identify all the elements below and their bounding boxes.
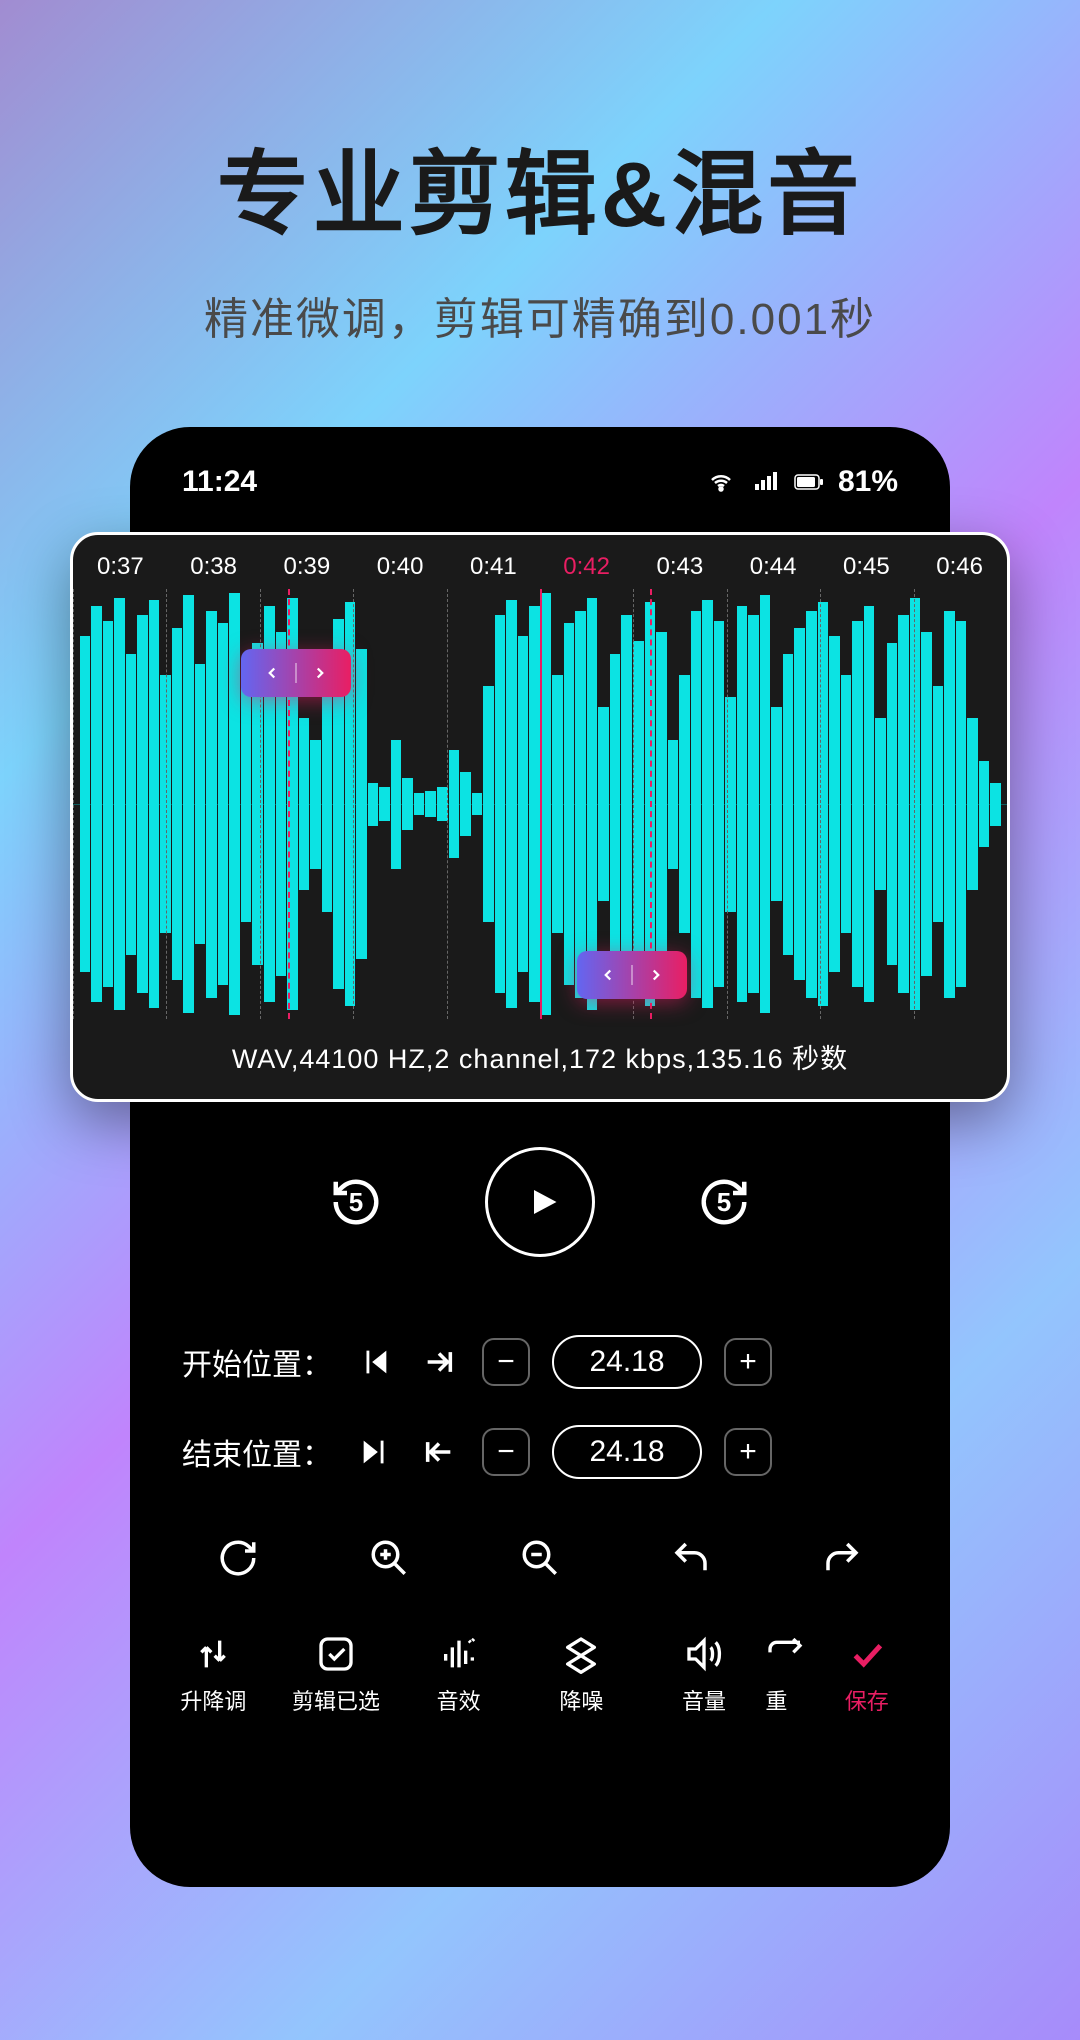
nav-volume[interactable]: 音量 xyxy=(643,1634,766,1716)
minus-icon: − xyxy=(497,1345,515,1379)
repeat-icon xyxy=(765,1634,805,1674)
controls-panel: 5 5 开始位置： − 24.18 + 结束位置： − 24.18 + xyxy=(152,1147,928,1716)
nav-label: 重 xyxy=(765,1684,787,1716)
ruler-tick: 0:38 xyxy=(190,553,237,581)
refresh-button[interactable] xyxy=(217,1537,259,1584)
wifi-icon xyxy=(706,470,736,494)
chevron-right-icon xyxy=(647,966,665,984)
nav-label: 剪辑已选 xyxy=(292,1684,380,1716)
signal-icon xyxy=(750,470,780,494)
play-icon xyxy=(525,1182,561,1222)
volume-icon xyxy=(684,1634,724,1674)
nav-label: 升降调 xyxy=(180,1684,246,1716)
nav-label: 降噪 xyxy=(559,1684,603,1716)
plus-icon: + xyxy=(739,1435,757,1469)
end-decrement-button[interactable]: − xyxy=(482,1428,530,1476)
playhead[interactable] xyxy=(540,589,542,1019)
ruler-tick: 0:40 xyxy=(377,553,424,581)
time-ruler: 0:37 0:38 0:39 0:40 0:41 0:42 0:43 0:44 … xyxy=(73,535,1007,589)
status-time: 11:24 xyxy=(182,465,257,499)
playback-row: 5 5 xyxy=(152,1147,928,1257)
undo-button[interactable] xyxy=(670,1537,712,1584)
arrow-to-left-icon xyxy=(422,1435,456,1469)
start-increment-button[interactable]: + xyxy=(724,1338,772,1386)
plus-icon: + xyxy=(739,1345,757,1379)
ruler-tick: 0:43 xyxy=(657,553,704,581)
ruler-tick: 0:42 xyxy=(563,553,610,581)
ruler-tick: 0:39 xyxy=(284,553,331,581)
waveform-card: 0:37 0:38 0:39 0:40 0:41 0:42 0:43 0:44 … xyxy=(70,532,1010,1102)
redo-button[interactable] xyxy=(821,1537,863,1584)
nav-save[interactable]: 保存 xyxy=(805,1634,928,1716)
selection-start-handle[interactable] xyxy=(241,649,351,697)
bottom-nav: 升降调 剪辑已选 音效 降噪 音量 重 xyxy=(152,1614,928,1716)
hero-title: 专业剪辑&混音 xyxy=(0,120,1080,253)
start-decrement-button[interactable]: − xyxy=(482,1338,530,1386)
skip-back-button[interactable]: 5 xyxy=(317,1163,395,1241)
nav-effects[interactable]: 音效 xyxy=(397,1634,520,1716)
check-icon xyxy=(847,1634,887,1674)
skip-next-icon xyxy=(358,1435,392,1469)
start-label: 开始位置： xyxy=(172,1340,332,1384)
end-label: 结束位置： xyxy=(172,1430,332,1474)
chevron-left-icon xyxy=(599,966,617,984)
chevron-right-icon xyxy=(311,664,329,682)
minus-icon: − xyxy=(497,1435,515,1469)
jump-to-end-button[interactable] xyxy=(354,1431,396,1473)
zoom-out-icon xyxy=(519,1537,561,1579)
nav-pitch[interactable]: 升降调 xyxy=(152,1634,275,1716)
zoom-in-button[interactable] xyxy=(368,1537,410,1584)
zoom-out-button[interactable] xyxy=(519,1537,561,1584)
end-position-row: 结束位置： − 24.18 + xyxy=(152,1407,928,1497)
nav-label: 音效 xyxy=(437,1684,481,1716)
battery-icon xyxy=(794,470,824,494)
end-increment-button[interactable]: + xyxy=(724,1428,772,1476)
redo-icon xyxy=(821,1537,863,1579)
phone-frame: 11:24 81% 0:37 0:38 0:39 0:40 0:41 0:42 … xyxy=(130,427,950,1887)
nav-repeat[interactable]: 重 xyxy=(765,1634,805,1716)
ruler-tick: 0:46 xyxy=(936,553,983,581)
ruler-tick: 0:41 xyxy=(470,553,517,581)
selection-end-handle[interactable] xyxy=(577,951,687,999)
set-end-button[interactable] xyxy=(418,1431,460,1473)
arrow-to-right-icon xyxy=(422,1345,456,1379)
waveform-area[interactable] xyxy=(73,589,1007,1019)
file-info: WAV,44100 HZ,2 channel,172 kbps,135.16 秒… xyxy=(73,1019,1007,1094)
equalizer-icon xyxy=(439,1634,479,1674)
denoise-icon xyxy=(561,1634,601,1674)
skip-previous-icon xyxy=(358,1345,392,1379)
undo-icon xyxy=(670,1537,712,1579)
start-value[interactable]: 24.18 xyxy=(552,1335,702,1389)
chevron-left-icon xyxy=(263,664,281,682)
start-position-row: 开始位置： − 24.18 + xyxy=(152,1317,928,1407)
nav-label: 音量 xyxy=(682,1684,726,1716)
checkbox-icon xyxy=(316,1634,356,1674)
ruler-tick: 0:37 xyxy=(97,553,144,581)
ruler-tick: 0:45 xyxy=(843,553,890,581)
play-button[interactable] xyxy=(485,1147,595,1257)
nav-label: 保存 xyxy=(845,1684,889,1716)
set-start-button[interactable] xyxy=(418,1341,460,1383)
refresh-icon xyxy=(217,1537,259,1579)
hero-subtitle: 精准微调，剪辑可精确到0.001秒 xyxy=(0,283,1080,347)
jump-to-start-button[interactable] xyxy=(354,1341,396,1383)
ruler-tick: 0:44 xyxy=(750,553,797,581)
skip-forward-value: 5 xyxy=(717,1187,731,1218)
end-value[interactable]: 24.18 xyxy=(552,1425,702,1479)
zoom-in-icon xyxy=(368,1537,410,1579)
battery-percent: 81% xyxy=(838,465,898,499)
nav-trim[interactable]: 剪辑已选 xyxy=(275,1634,398,1716)
skip-back-value: 5 xyxy=(349,1187,363,1218)
skip-forward-button[interactable]: 5 xyxy=(685,1163,763,1241)
pitch-icon xyxy=(193,1634,233,1674)
status-bar: 11:24 81% xyxy=(152,455,928,519)
tool-row xyxy=(152,1497,928,1614)
nav-denoise[interactable]: 降噪 xyxy=(520,1634,643,1716)
